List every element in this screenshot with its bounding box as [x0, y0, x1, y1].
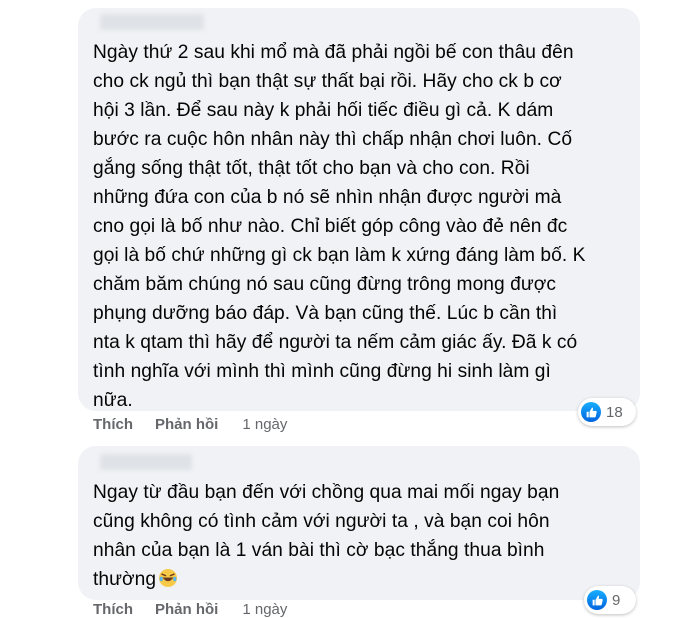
like-icon [587, 590, 607, 610]
comment-text: Ngay từ đầu bạn đến với chồng qua mai mố… [93, 478, 626, 594]
like-icon [581, 402, 601, 422]
comment-actions: Thích Phản hồi 1 ngày [93, 601, 287, 618]
reaction-summary[interactable]: 18 [578, 398, 636, 426]
reaction-count: 18 [606, 403, 623, 421]
blurred-author-name[interactable] [100, 14, 204, 30]
timestamp[interactable]: 1 ngày [242, 416, 287, 433]
like-button[interactable]: Thích [93, 416, 133, 433]
blurred-author-name[interactable] [100, 454, 192, 470]
reply-button[interactable]: Phản hồi [155, 416, 218, 433]
reaction-summary[interactable]: 9 [584, 586, 636, 614]
like-button[interactable]: Thích [93, 601, 133, 618]
timestamp[interactable]: 1 ngày [242, 601, 287, 618]
reply-button[interactable]: Phản hồi [155, 601, 218, 618]
comment-bubble: Ngày thứ 2 sau khi mổ mà đã phải ngồi bế… [78, 8, 640, 411]
reaction-count: 9 [612, 591, 621, 609]
comment-actions: Thích Phản hồi 1 ngày [93, 416, 287, 433]
comment-text: Ngày thứ 2 sau khi mổ mà đã phải ngồi bế… [93, 42, 586, 411]
laughing-tears-emoji [159, 569, 178, 587]
comment-bubble: Ngay từ đầu bạn đến với chồng qua mai mố… [78, 446, 640, 600]
